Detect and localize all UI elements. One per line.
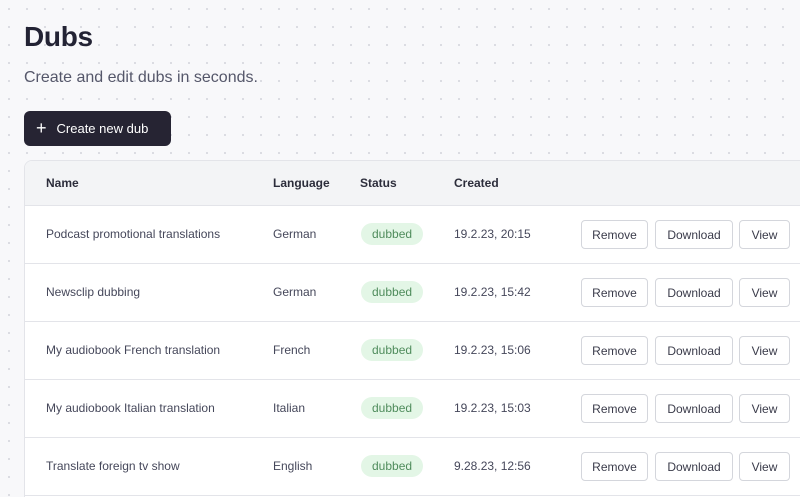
status-badge: dubbed bbox=[361, 339, 424, 361]
table-row: My audiobook French translation French d… bbox=[25, 322, 800, 380]
status-badge: dubbed bbox=[361, 281, 424, 303]
table-row: My audiobook Italian translation Italian… bbox=[25, 380, 800, 438]
column-header-language: Language bbox=[273, 176, 330, 190]
dub-name: My audiobook French translation bbox=[46, 343, 221, 357]
remove-button[interactable]: Remove bbox=[581, 336, 648, 365]
dub-language: French bbox=[273, 343, 311, 357]
table-header: Name Language Status Created bbox=[25, 161, 800, 206]
dub-language: German bbox=[273, 285, 317, 299]
dub-name: Translate foreign tv show bbox=[46, 459, 180, 473]
create-new-dub-label: Create new dub bbox=[56, 121, 149, 136]
dub-name: Newsclip dubbing bbox=[46, 285, 141, 299]
download-button[interactable]: Download bbox=[655, 336, 733, 365]
dub-created: 19.2.23, 15:42 bbox=[454, 285, 531, 299]
remove-button[interactable]: Remove bbox=[581, 394, 648, 423]
view-button[interactable]: View bbox=[739, 220, 790, 249]
column-header-created: Created bbox=[454, 176, 499, 190]
dub-language: German bbox=[273, 227, 317, 241]
dub-language: English bbox=[273, 459, 313, 473]
column-header-status: Status bbox=[360, 176, 397, 190]
dub-name: My audiobook Italian translation bbox=[46, 401, 215, 415]
remove-button[interactable]: Remove bbox=[581, 452, 648, 481]
dub-created: 19.2.23, 15:06 bbox=[454, 343, 531, 357]
dub-created: 19.2.23, 20:15 bbox=[454, 227, 531, 241]
dub-created: 9.28.23, 12:56 bbox=[454, 459, 531, 473]
dub-language: Italian bbox=[273, 401, 306, 415]
download-button[interactable]: Download bbox=[655, 220, 733, 249]
download-button[interactable]: Download bbox=[655, 394, 733, 423]
create-new-dub-button[interactable]: + Create new dub bbox=[24, 111, 171, 146]
table-row: Newsclip dubbing German dubbed 19.2.23, … bbox=[25, 264, 800, 322]
dub-name: Podcast promotional translations bbox=[46, 227, 221, 241]
view-button[interactable]: View bbox=[739, 336, 790, 365]
status-badge: dubbed bbox=[361, 455, 424, 477]
remove-button[interactable]: Remove bbox=[581, 278, 648, 307]
table-row: Podcast promotional translations German … bbox=[25, 206, 800, 264]
plus-icon: + bbox=[36, 117, 47, 138]
view-button[interactable]: View bbox=[739, 452, 790, 481]
status-badge: dubbed bbox=[361, 223, 424, 245]
download-button[interactable]: Download bbox=[655, 452, 733, 481]
dub-created: 19.2.23, 15:03 bbox=[454, 401, 531, 415]
remove-button[interactable]: Remove bbox=[581, 220, 648, 249]
view-button[interactable]: View bbox=[739, 394, 790, 423]
dubs-table: Name Language Status Created Podcast pro… bbox=[24, 160, 800, 497]
download-button[interactable]: Download bbox=[655, 278, 733, 307]
page-title: Dubs bbox=[24, 21, 93, 52]
table-row: Translate foreign tv show English dubbed… bbox=[25, 438, 800, 496]
page-subtitle: Create and edit dubs in seconds. bbox=[24, 69, 258, 86]
column-header-name: Name bbox=[46, 176, 79, 190]
status-badge: dubbed bbox=[361, 397, 424, 419]
view-button[interactable]: View bbox=[739, 278, 790, 307]
